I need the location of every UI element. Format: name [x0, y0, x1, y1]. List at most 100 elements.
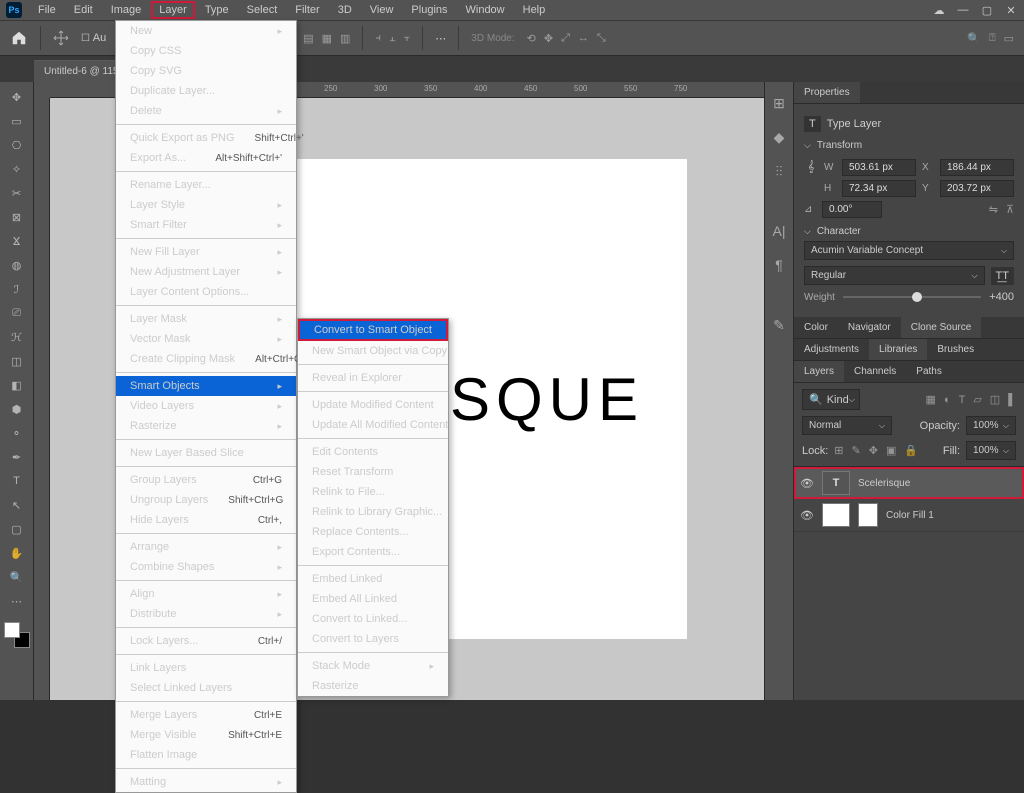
tab-channels[interactable]: Channels: [844, 361, 906, 382]
weight-slider[interactable]: [843, 296, 981, 298]
menu-plugins[interactable]: Plugins: [403, 1, 455, 19]
dist-s-icon[interactable]: ⫟: [404, 32, 411, 45]
strip-icon-2[interactable]: ◆: [770, 128, 788, 146]
menuitem-quick-export-as-png[interactable]: Quick Export as PNGShift+Ctrl+': [116, 128, 296, 148]
menu-edit[interactable]: Edit: [66, 1, 101, 19]
brush-tool-icon[interactable]: ℐ: [3, 278, 31, 300]
menuitem-layer-mask[interactable]: Layer Mask▸: [116, 309, 296, 329]
flip-h-icon[interactable]: ⇋: [989, 203, 998, 216]
menu-window[interactable]: Window: [458, 1, 513, 19]
home-icon[interactable]: [10, 29, 28, 47]
menu-image[interactable]: Image: [103, 1, 150, 19]
edit-toolbar-icon[interactable]: ⋯: [3, 590, 31, 612]
menuitem-update-all-modified-content[interactable]: Update All Modified Content: [298, 415, 448, 435]
tab-navigator[interactable]: Navigator: [838, 317, 901, 338]
filter-smart-icon[interactable]: ◫: [990, 393, 1000, 406]
menu-layer[interactable]: Layer: [151, 1, 195, 19]
menuitem-copy-svg[interactable]: Copy SVG: [116, 61, 296, 81]
tab-properties[interactable]: Properties: [794, 82, 860, 103]
zoom-tool-icon[interactable]: 🔍: [3, 566, 31, 588]
menu-filter[interactable]: Filter: [287, 1, 327, 19]
histogram-icon[interactable]: ⫶⫶: [770, 162, 788, 180]
color-swatches[interactable]: [4, 622, 30, 648]
tab-paths[interactable]: Paths: [906, 361, 952, 382]
font-family-select[interactable]: Acumin Variable Concept: [804, 241, 1014, 260]
eyedropper-tool-icon[interactable]: ⴴ: [3, 230, 31, 252]
tab-adjustments[interactable]: Adjustments: [794, 339, 869, 360]
menuitem-embed-all-linked[interactable]: Embed All Linked: [298, 589, 448, 609]
shape-tool-icon[interactable]: ▢: [3, 518, 31, 540]
cloud-icon[interactable]: ☁: [932, 3, 946, 17]
3d-slide-icon[interactable]: ↔: [578, 32, 589, 44]
menuitem-align[interactable]: Align▸: [116, 584, 296, 604]
menuitem-merge-visible[interactable]: Merge VisibleShift+Ctrl+E: [116, 725, 296, 745]
menu-type[interactable]: Type: [197, 1, 237, 19]
character-icon[interactable]: A|: [770, 222, 788, 240]
3d-orbit-icon[interactable]: ⟲: [527, 32, 536, 45]
font-style-select[interactable]: Regular: [804, 266, 985, 285]
lock-pixels-icon[interactable]: ⊞: [834, 444, 843, 457]
menuitem-delete[interactable]: Delete▸: [116, 101, 296, 121]
workspace-icon[interactable]: ▭: [1004, 32, 1014, 45]
lock-all-icon[interactable]: 🔒: [904, 444, 918, 457]
menuitem-export-as-[interactable]: Export As...Alt+Shift+Ctrl+': [116, 148, 296, 168]
menuitem-rasterize[interactable]: Rasterize▸: [116, 416, 296, 436]
3d-pan-icon[interactable]: ✥: [544, 32, 553, 45]
lock-brush-icon[interactable]: ✎: [852, 444, 861, 457]
menuitem-flatten-image[interactable]: Flatten Image: [116, 745, 296, 765]
tab-layers[interactable]: Layers: [794, 361, 844, 382]
crop-tool-icon[interactable]: ✂: [3, 182, 31, 204]
menuitem-arrange[interactable]: Arrange▸: [116, 537, 296, 557]
eraser-tool-icon[interactable]: ◫: [3, 350, 31, 372]
menuitem-lock-layers-[interactable]: Lock Layers...Ctrl+/: [116, 631, 296, 651]
tt-icon[interactable]: T͟T: [991, 267, 1014, 285]
filter-adjust-icon[interactable]: ◐: [944, 394, 951, 406]
move-opt-icon[interactable]: [53, 30, 69, 46]
marquee-tool-icon[interactable]: ▭: [3, 110, 31, 132]
menu-view[interactable]: View: [362, 1, 402, 19]
height-field[interactable]: 72.34 px: [842, 180, 916, 197]
menuitem-distribute[interactable]: Distribute▸: [116, 604, 296, 624]
filter-type-icon[interactable]: T: [959, 394, 966, 406]
healing-tool-icon[interactable]: ◍: [3, 254, 31, 276]
menu-3d[interactable]: 3D: [330, 1, 360, 19]
transform-header[interactable]: Transform: [804, 136, 1014, 155]
layer-filter-select[interactable]: 🔍Kind: [802, 389, 860, 410]
menuitem-vector-mask[interactable]: Vector Mask▸: [116, 329, 296, 349]
blend-mode-select[interactable]: Normal: [802, 416, 892, 435]
3d-dolly-icon[interactable]: ⤢: [561, 32, 570, 45]
menuitem-group-layers[interactable]: Group LayersCtrl+G: [116, 470, 296, 490]
menuitem-new-fill-layer[interactable]: New Fill Layer▸: [116, 242, 296, 262]
menu-select[interactable]: Select: [239, 1, 286, 19]
menuitem-video-layers[interactable]: Video Layers▸: [116, 396, 296, 416]
angle-field[interactable]: 0.00°: [822, 201, 882, 218]
strip-icon-1[interactable]: ⊞: [770, 94, 788, 112]
tab-brushes[interactable]: Brushes: [927, 339, 984, 360]
layer-row[interactable]: 👁Color Fill 1: [794, 499, 1024, 532]
gradient-tool-icon[interactable]: ◧: [3, 374, 31, 396]
dodge-tool-icon[interactable]: ⚬: [3, 422, 31, 444]
hand-tool-icon[interactable]: ✋: [3, 542, 31, 564]
move-tool-icon[interactable]: ✥: [3, 86, 31, 108]
close-icon[interactable]: ✕: [1004, 3, 1018, 17]
history-brush-icon[interactable]: ℋ: [3, 326, 31, 348]
type-tool-icon[interactable]: T: [3, 470, 31, 492]
menu-help[interactable]: Help: [515, 1, 554, 19]
align-left-icon[interactable]: ▤: [303, 32, 313, 45]
more-icon[interactable]: ⋯: [435, 32, 446, 45]
dist-v-icon[interactable]: ⫠: [389, 32, 396, 45]
search-icon[interactable]: 🔍: [967, 32, 981, 45]
menu-file[interactable]: File: [30, 1, 64, 19]
maximize-icon[interactable]: ▢: [980, 3, 994, 17]
minimize-icon[interactable]: —: [956, 3, 970, 17]
menuitem-new-layer-based-slice[interactable]: New Layer Based Slice: [116, 443, 296, 463]
filter-toggle-icon[interactable]: ▌: [1008, 394, 1016, 406]
stamp-tool-icon[interactable]: ⎚: [3, 302, 31, 324]
3d-scale-icon[interactable]: ⤡: [597, 32, 606, 45]
menuitem-smart-objects[interactable]: Smart Objects▸: [116, 376, 296, 396]
lock-artboard-icon[interactable]: ▣: [886, 444, 896, 457]
fill-field[interactable]: 100%: [966, 441, 1016, 460]
x-field[interactable]: 186.44 px: [940, 159, 1014, 176]
menuitem-new-adjustment-layer[interactable]: New Adjustment Layer▸: [116, 262, 296, 282]
menuitem-create-clipping-mask[interactable]: Create Clipping MaskAlt+Ctrl+G: [116, 349, 296, 369]
